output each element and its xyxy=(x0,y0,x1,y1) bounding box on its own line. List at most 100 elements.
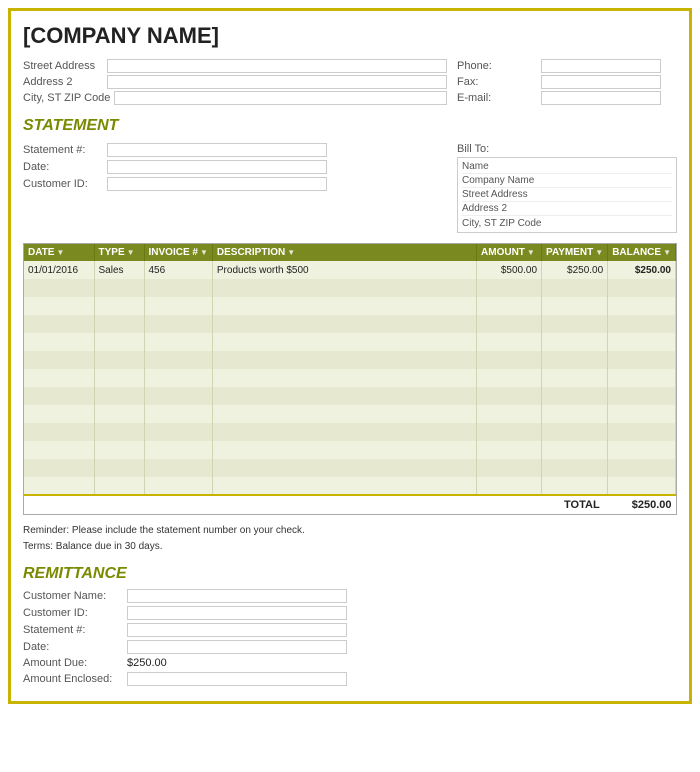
table-row xyxy=(24,279,676,297)
customer-id-label: Customer ID: xyxy=(23,178,103,190)
street-label: Street Address xyxy=(23,60,103,72)
bill-to-company: Company Name xyxy=(462,174,672,188)
table-wrapper: DATE ▼ TYPE ▼ INVOICE # ▼ xyxy=(23,243,677,515)
cell-amount xyxy=(477,333,542,351)
cell-description xyxy=(212,477,476,495)
customer-id-input[interactable] xyxy=(107,177,327,191)
cell-balance xyxy=(608,477,676,495)
remittance-label-0: Customer Name: xyxy=(23,590,123,602)
cell-payment xyxy=(542,369,608,387)
col-header-balance[interactable]: BALANCE ▼ xyxy=(608,244,676,261)
table-header-row: DATE ▼ TYPE ▼ INVOICE # ▼ xyxy=(24,244,676,261)
cell-amount xyxy=(477,477,542,495)
address2-row: Address 2 xyxy=(23,75,447,89)
email-label: E-mail: xyxy=(457,92,537,104)
cell-amount xyxy=(477,297,542,315)
street-input[interactable] xyxy=(107,59,447,73)
bill-to-address2: Address 2 xyxy=(462,202,672,216)
city-row: City, ST ZIP Code xyxy=(23,91,447,105)
cell-description xyxy=(212,351,476,369)
cell-description xyxy=(212,297,476,315)
col-header-invoice[interactable]: INVOICE # ▼ xyxy=(144,244,212,261)
cell-date xyxy=(24,441,94,459)
cell-description xyxy=(212,459,476,477)
cell-description xyxy=(212,315,476,333)
remittance-row-1: Customer ID: xyxy=(23,606,347,620)
terms-text: Terms: Balance due in 30 days. xyxy=(23,539,677,555)
fax-label: Fax: xyxy=(457,76,537,88)
cell-invoice xyxy=(144,441,212,459)
remittance-input-3[interactable] xyxy=(127,640,347,654)
cell-balance xyxy=(608,333,676,351)
remittance-label-3: Date: xyxy=(23,641,123,653)
address-section: Street Address Address 2 City, ST ZIP Co… xyxy=(23,59,677,107)
city-input[interactable] xyxy=(114,91,447,105)
remittance-left: Customer Name: Customer ID: Statement #: Da… xyxy=(23,589,347,689)
cell-balance: $250.00 xyxy=(608,261,676,279)
cell-invoice: 456 xyxy=(144,261,212,279)
cell-invoice xyxy=(144,369,212,387)
sort-arrow-type: ▼ xyxy=(127,248,135,257)
cell-type xyxy=(94,333,144,351)
cell-invoice xyxy=(144,405,212,423)
cell-balance xyxy=(608,441,676,459)
remittance-title: REMITTANCE xyxy=(23,565,677,583)
remittance-section: Customer Name: Customer ID: Statement #: Da… xyxy=(23,589,677,689)
table-row xyxy=(24,333,676,351)
address-left: Street Address Address 2 City, ST ZIP Co… xyxy=(23,59,447,107)
col-header-description[interactable]: DESCRIPTION ▼ xyxy=(212,244,476,261)
remittance-input-2[interactable] xyxy=(127,623,347,637)
table-row xyxy=(24,297,676,315)
cell-description xyxy=(212,333,476,351)
cell-amount xyxy=(477,351,542,369)
cell-date xyxy=(24,477,94,495)
cell-amount xyxy=(477,369,542,387)
remittance-input-1[interactable] xyxy=(127,606,347,620)
cell-type xyxy=(94,279,144,297)
statement-num-input[interactable] xyxy=(107,143,327,157)
cell-balance xyxy=(608,297,676,315)
cell-type xyxy=(94,441,144,459)
remittance-value-4: $250.00 xyxy=(127,657,167,669)
cell-description xyxy=(212,279,476,297)
cell-type xyxy=(94,477,144,495)
fax-input[interactable] xyxy=(541,75,661,89)
col-header-type[interactable]: TYPE ▼ xyxy=(94,244,144,261)
address-right: Phone: Fax: E-mail: xyxy=(457,59,677,107)
statement-num-row: Statement #: xyxy=(23,143,447,157)
cell-date xyxy=(24,405,94,423)
remittance-row-4: Amount Due:$250.00 xyxy=(23,657,347,669)
table-body: 01/01/2016Sales456Products worth $500$50… xyxy=(24,261,676,495)
cell-description xyxy=(212,423,476,441)
remittance-label-5: Amount Enclosed: xyxy=(23,673,123,685)
table-row xyxy=(24,369,676,387)
remittance-row-2: Statement #: xyxy=(23,623,347,637)
date-input[interactable] xyxy=(107,160,327,174)
cell-type xyxy=(94,369,144,387)
col-header-amount[interactable]: AMOUNT ▼ xyxy=(477,244,542,261)
cell-balance xyxy=(608,387,676,405)
email-input[interactable] xyxy=(541,91,661,105)
city-label: City, ST ZIP Code xyxy=(23,92,110,104)
remittance-input-5[interactable] xyxy=(127,672,347,686)
col-header-payment[interactable]: PAYMENT ▼ xyxy=(542,244,608,261)
cell-type xyxy=(94,423,144,441)
cell-type xyxy=(94,387,144,405)
sort-arrow-invoice: ▼ xyxy=(200,248,208,257)
cell-invoice xyxy=(144,279,212,297)
cell-date xyxy=(24,333,94,351)
statement-section: Statement #: Date: Customer ID: Bill To:… xyxy=(23,143,677,233)
table-row xyxy=(24,315,676,333)
address2-input[interactable] xyxy=(107,75,447,89)
cell-payment xyxy=(542,441,608,459)
bill-to-box: Name Company Name Street Address Address… xyxy=(457,157,677,233)
cell-invoice xyxy=(144,315,212,333)
cell-amount xyxy=(477,459,542,477)
table-row xyxy=(24,387,676,405)
remittance-input-0[interactable] xyxy=(127,589,347,603)
phone-input[interactable] xyxy=(541,59,661,73)
col-header-date[interactable]: DATE ▼ xyxy=(24,244,94,261)
statement-table: DATE ▼ TYPE ▼ INVOICE # ▼ xyxy=(24,244,676,514)
email-row: E-mail: xyxy=(457,91,677,105)
cell-payment xyxy=(542,423,608,441)
